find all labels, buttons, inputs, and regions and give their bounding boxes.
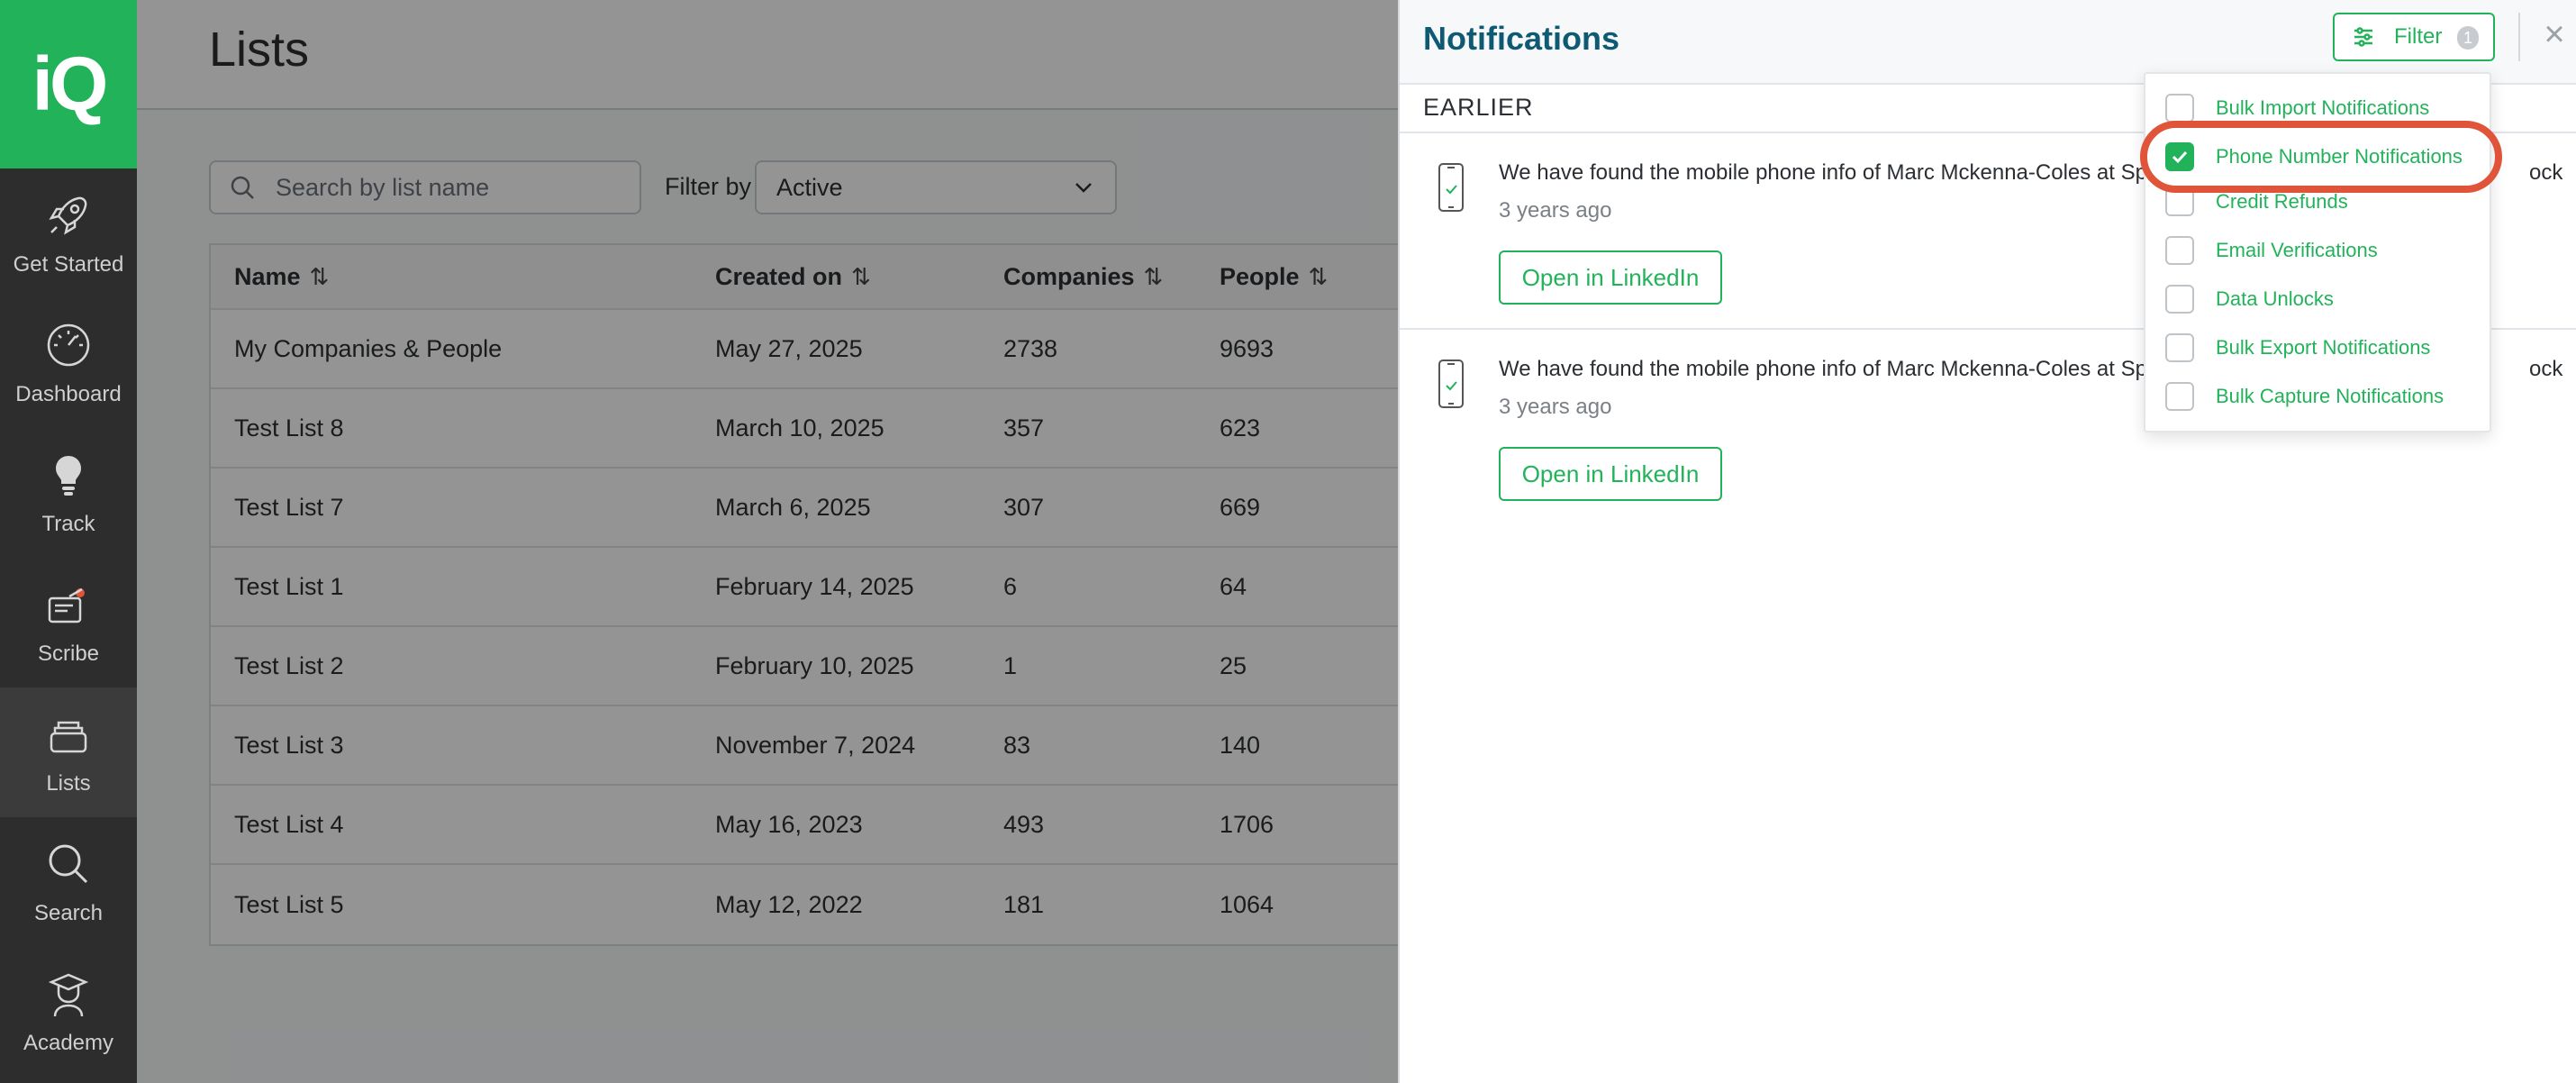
scribe-icon — [48, 587, 85, 623]
filter-option-label: Bulk Capture Notifications — [2216, 385, 2444, 407]
stack-icon — [50, 721, 87, 753]
filter-option-label: Bulk Import Notifications — [2216, 96, 2430, 119]
sidebar-item-label: Track — [41, 512, 95, 536]
filter-count-badge: 1 — [2457, 26, 2479, 50]
filter-button-label: Filter — [2394, 24, 2443, 49]
notification-message: We have found the mobile phone info of M… — [1499, 357, 2159, 382]
filter-button[interactable]: Filter 1 — [2333, 13, 2495, 61]
notification-message-tail: ock — [2529, 160, 2563, 185]
checkbox-checked[interactable] — [2165, 142, 2194, 171]
mobile-phone-icon — [1438, 163, 1464, 212]
notification-filter-dropdown: Bulk Import Notifications Phone Number N… — [2144, 72, 2491, 432]
filter-option-credit-refunds[interactable]: Credit Refunds — [2165, 184, 2348, 220]
checkbox[interactable] — [2165, 382, 2194, 411]
sliders-icon — [2354, 27, 2372, 47]
app-logo[interactable]: iQ — [0, 0, 137, 168]
open-in-linkedin-button[interactable]: Open in LinkedIn — [1499, 250, 1722, 305]
graduate-icon — [48, 973, 89, 1017]
sidebar-item-label: Scribe — [37, 642, 100, 666]
sidebar-item-search[interactable]: Search — [0, 817, 137, 947]
filter-option-bulk-export[interactable]: Bulk Export Notifications — [2165, 330, 2430, 366]
sidebar-item-dashboard[interactable]: Dashboard — [0, 298, 137, 428]
rocket-icon — [49, 196, 87, 235]
checkbox[interactable] — [2165, 236, 2194, 265]
sidebar-item-label: Search — [33, 901, 104, 925]
section-label: EARLIER — [1423, 94, 1534, 121]
filter-option-phone-number[interactable]: Phone Number Notifications — [2165, 139, 2463, 175]
checkbox[interactable] — [2165, 333, 2194, 362]
checkmark-icon — [2172, 150, 2188, 164]
sidebar: iQ Get Started Dashboard Track Scribe Li… — [0, 0, 137, 1083]
checkbox[interactable] — [2165, 187, 2194, 216]
sidebar-item-academy[interactable]: Academy — [0, 947, 137, 1077]
filter-option-email-verifications[interactable]: Email Verifications — [2165, 232, 2378, 268]
sidebar-item-label: Lists — [46, 771, 91, 796]
filter-option-label: Email Verifications — [2216, 239, 2378, 261]
header-divider — [2518, 13, 2520, 61]
modal-overlay[interactable] — [137, 0, 1398, 1083]
sidebar-item-get-started[interactable]: Get Started — [0, 168, 137, 298]
sidebar-item-track[interactable]: Track — [0, 428, 137, 558]
sidebar-item-lists[interactable]: Lists — [0, 687, 137, 817]
lightbulb-icon — [56, 456, 81, 496]
sidebar-item-label: Dashboard — [15, 382, 122, 406]
sidebar-item-scribe[interactable]: Scribe — [0, 558, 137, 687]
notifications-title: Notifications — [1423, 20, 1620, 57]
open-in-linkedin-button[interactable]: Open in LinkedIn — [1499, 447, 1722, 501]
filter-option-label: Phone Number Notifications — [2216, 145, 2463, 168]
close-button[interactable]: × — [2538, 16, 2571, 52]
notification-message-text: We have found the mobile phone info of M… — [1499, 160, 2160, 185]
filter-option-bulk-capture[interactable]: Bulk Capture Notifications — [2165, 378, 2444, 414]
filter-option-label: Credit Refunds — [2216, 190, 2348, 213]
sidebar-item-label: Academy — [23, 1031, 114, 1055]
filter-option-label: Data Unlocks — [2216, 287, 2334, 310]
checkbox[interactable] — [2165, 94, 2194, 123]
notification-time: 3 years ago — [1499, 395, 1612, 419]
sidebar-item-label: Get Started — [13, 252, 124, 277]
notification-message-tail: ock — [2529, 357, 2563, 381]
filter-option-data-unlocks[interactable]: Data Unlocks — [2165, 281, 2334, 317]
speedometer-icon — [47, 323, 90, 367]
logo-text: iQ — [32, 41, 109, 126]
mobile-phone-icon — [1438, 359, 1464, 408]
filter-option-label: Bulk Export Notifications — [2216, 336, 2431, 359]
search-icon — [49, 844, 88, 884]
checkbox[interactable] — [2165, 285, 2194, 314]
notification-message-text: We have found the mobile phone info of M… — [1499, 357, 2160, 381]
notification-message: We have found the mobile phone info of M… — [1499, 160, 2159, 186]
filter-option-bulk-import[interactable]: Bulk Import Notifications — [2165, 90, 2429, 126]
notification-time: 3 years ago — [1499, 198, 1612, 223]
